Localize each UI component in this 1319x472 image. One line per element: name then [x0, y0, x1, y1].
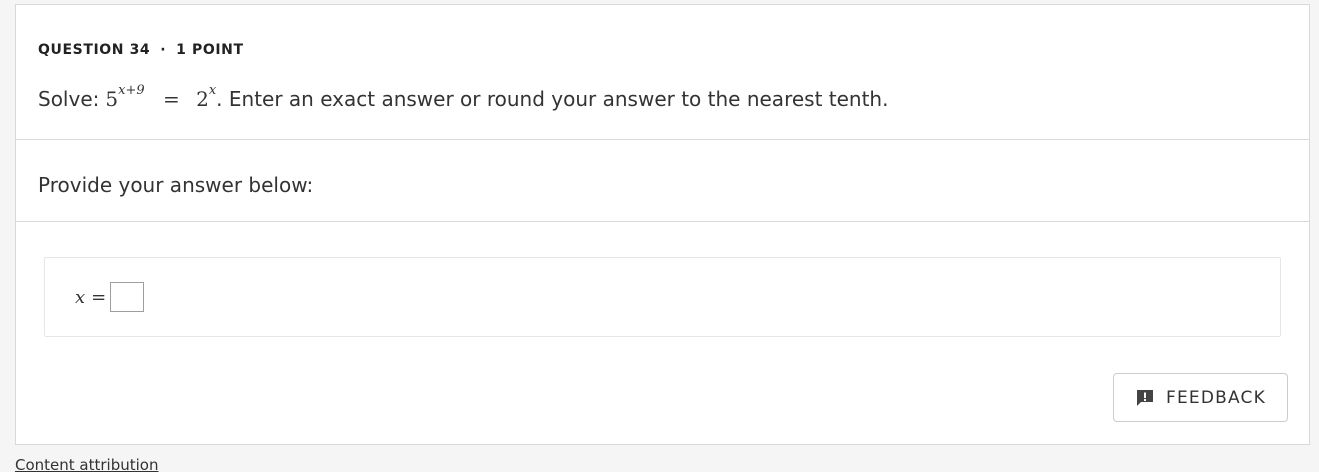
question-meta: QUESTION 34 · 1 POINT [38, 42, 244, 58]
answer-prompt-section: Provide your answer below: [16, 140, 1309, 222]
question-card: QUESTION 34 · 1 POINT Solve: 5x+9 = 2x .… [15, 4, 1310, 445]
question-header-section: QUESTION 34 · 1 POINT Solve: 5x+9 = 2x .… [16, 5, 1309, 140]
answer-prompt: Provide your answer below: [38, 173, 314, 197]
feedback-label: FEEDBACK [1166, 387, 1266, 408]
question-instruction: . Enter an exact answer or round your an… [216, 87, 889, 111]
feedback-alert-icon [1137, 389, 1154, 406]
equation-base-right: 2 [196, 87, 209, 111]
answer-line: x = [75, 282, 145, 312]
question-text: Solve: 5x+9 = 2x . Enter an exact answer… [38, 84, 889, 111]
answer-equals: = [91, 286, 107, 308]
question-number: QUESTION 34 [38, 42, 151, 58]
question-prefix: Solve: [38, 87, 100, 111]
equation-base-left: 5 [105, 87, 119, 111]
question-points: 1 POINT [176, 42, 244, 58]
answer-box: x = [44, 257, 1281, 337]
question-equation: 5x+9 = 2x [105, 84, 216, 111]
meta-separator: · [160, 42, 167, 58]
equation-exponent-left: x+9 [118, 83, 145, 99]
answer-variable: x [75, 286, 86, 308]
feedback-button[interactable]: FEEDBACK [1113, 373, 1288, 422]
equation-equals: = [162, 87, 180, 111]
equation-exponent-right: x [208, 83, 217, 99]
content-attribution-link[interactable]: Content attribution [15, 456, 158, 472]
answer-input[interactable] [110, 282, 145, 312]
